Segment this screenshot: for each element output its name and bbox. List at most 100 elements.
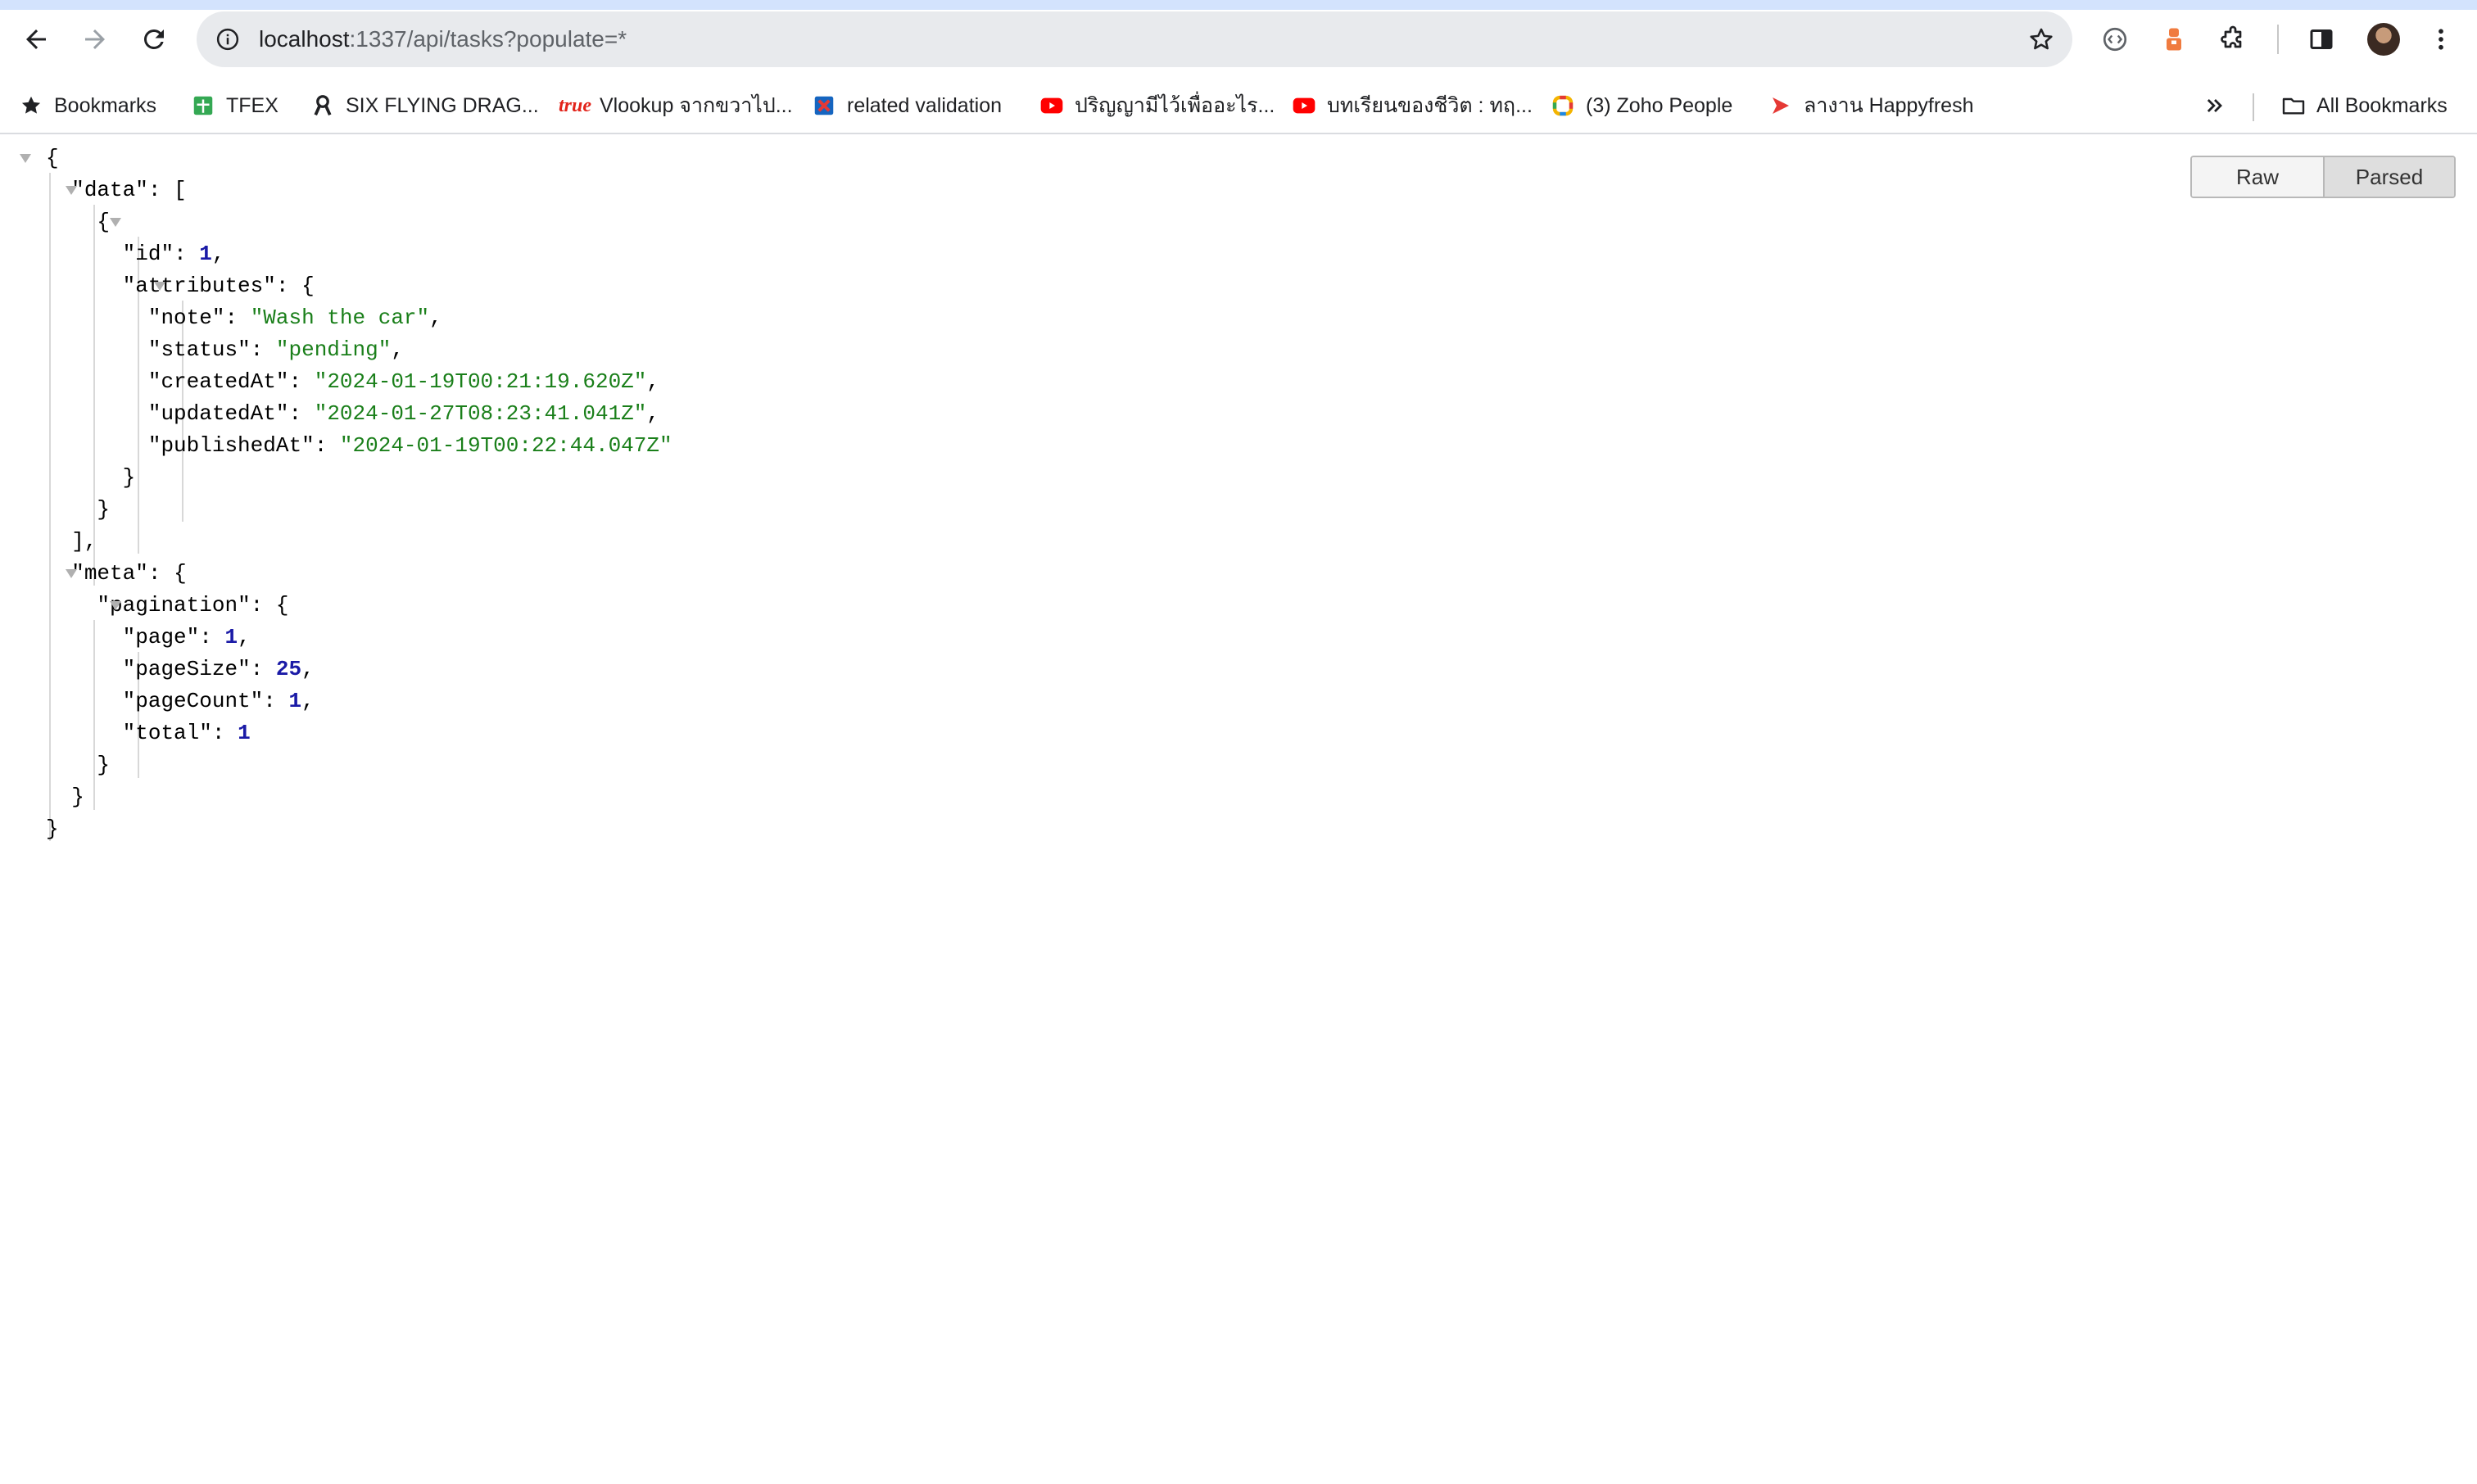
bookmark-item[interactable]: true Vlookup จากขวาไป... [559, 85, 793, 126]
json-line: "page": 1, [122, 625, 251, 649]
json-key: pageSize [135, 657, 238, 681]
json-number: 1 [238, 721, 251, 745]
more-bookmarks-button[interactable] [2202, 85, 2228, 126]
json-key: id [135, 242, 161, 266]
collapse-toggle-icon[interactable] [66, 186, 77, 195]
json-key: data [84, 178, 136, 202]
puzzle-icon [2221, 25, 2242, 48]
json-line: { [20, 143, 672, 174]
folder-icon [2280, 93, 2307, 119]
sheets-icon [190, 93, 216, 119]
bookmark-label: Bookmarks [54, 93, 157, 117]
bookmark-item[interactable]: TFEX [190, 85, 278, 126]
json-string: 2024-01-19T00:22:44.047Z [352, 433, 659, 458]
address-bar[interactable]: localhost:1337/api/tasks?populate=* [197, 11, 2072, 67]
collapse-toggle-icon[interactable] [110, 601, 121, 610]
bookmarks-divider [2253, 93, 2254, 121]
menu-icon [2439, 29, 2443, 50]
json-key: note [161, 305, 212, 330]
bookmark-label: ลางาน Happyfresh [1804, 94, 1974, 117]
collapse-toggle-icon[interactable] [154, 282, 165, 291]
menu-button[interactable] [2416, 15, 2466, 64]
reload-button[interactable] [129, 15, 179, 64]
json-line: "createdAt": "2024-01-19T00:21:19.620Z", [147, 369, 659, 394]
json-string: Wash the car [263, 305, 417, 330]
chevron-double-right-icon [2202, 93, 2228, 119]
json-line: "publishedAt": "2024-01-19T00:22:44.047Z… [147, 433, 672, 458]
json-line: } [46, 497, 111, 522]
url-host: localhost [259, 26, 350, 52]
forward-icon [85, 29, 105, 49]
json-number: 1 [199, 242, 212, 266]
json-line: "updatedAt": "2024-01-27T08:23:41.041Z", [147, 401, 659, 426]
json-string: 2024-01-27T08:23:41.041Z [327, 401, 634, 426]
bookmark-label: related validation [847, 93, 1003, 117]
bookmark-label: Vlookup จากขวาไป... [600, 94, 793, 117]
extension-button[interactable] [2090, 15, 2140, 64]
json-key: createdAt [161, 369, 276, 394]
json-key: publishedAt [161, 433, 302, 458]
json-line: ], [46, 529, 97, 554]
bookmark-item[interactable]: Bookmarks [18, 85, 156, 126]
parsed-button[interactable]: Parsed [2323, 157, 2454, 197]
youtube-icon [1039, 93, 1065, 119]
bookmark-item[interactable]: (3) Zoho People [1550, 85, 1732, 126]
happyfresh-icon [1768, 93, 1794, 119]
json-key: pageCount [135, 689, 251, 713]
collapse-toggle-icon[interactable] [66, 569, 77, 578]
url-text[interactable]: localhost:1337/api/tasks?populate=* [259, 11, 627, 67]
json-viewer: Raw Parsed { "data": [ { "id": 1, "attri… [0, 134, 2477, 1484]
ribbon-icon [310, 93, 336, 119]
extensions-button[interactable] [2208, 15, 2257, 64]
bookmark-item[interactable]: ลางาน Happyfresh [1768, 85, 1973, 126]
browser-toolbar: localhost:1337/api/tasks?populate=* [0, 0, 2477, 79]
orange-extension-icon [2167, 28, 2181, 51]
bookmarks-bar: Bookmarks TFEX SIX FLYING DRAG... true V… [0, 79, 2477, 134]
json-line: "attributes": { [122, 274, 315, 298]
all-bookmarks-button[interactable]: All Bookmarks [2280, 85, 2448, 126]
json-line: "id": 1, [122, 242, 225, 266]
collapse-toggle-icon[interactable] [110, 218, 121, 227]
json-string: pending [288, 337, 378, 362]
view-toggle: Raw Parsed [2190, 156, 2456, 198]
youtube-icon [1291, 93, 1317, 119]
json-key: meta [84, 561, 136, 586]
json-line: "pageSize": 25, [122, 657, 315, 681]
zoho-icon [1550, 93, 1576, 119]
extension-button[interactable] [2149, 15, 2199, 64]
true-logo-icon: true [559, 94, 592, 116]
raw-button[interactable]: Raw [2192, 157, 2323, 197]
star-icon [18, 93, 44, 119]
bookmark-label: บทเรียนของชีวิต : ทฤ... [1327, 94, 1533, 117]
bookmark-item[interactable]: ปริญญามีไว้เพื่ออะไร... [1039, 85, 1275, 126]
json-line: } [46, 465, 136, 490]
bookmark-label: (3) Zoho People [1586, 93, 1733, 117]
json-key: page [135, 625, 187, 649]
toolbar-divider [2277, 25, 2279, 54]
json-line: "status": "pending", [147, 337, 404, 362]
bookmark-item[interactable]: related validation [811, 85, 1002, 126]
profile-avatar[interactable] [2367, 23, 2400, 56]
forward-button[interactable] [70, 15, 120, 64]
side-panel-button[interactable] [2297, 15, 2346, 64]
json-key: status [161, 337, 238, 362]
json-number: 25 [275, 657, 302, 681]
json-key: total [135, 721, 200, 745]
bookmark-item[interactable]: บทเรียนของชีวิต : ทฤ... [1291, 85, 1533, 126]
json-line: "meta": { [46, 558, 672, 590]
side-panel-icon [2310, 29, 2333, 49]
bookmark-item[interactable]: SIX FLYING DRAG... [310, 85, 539, 126]
json-line: { [46, 206, 672, 238]
back-icon [26, 29, 46, 49]
json-number: 1 [224, 625, 238, 649]
url-path: :1337/api/tasks?populate=* [349, 26, 627, 52]
json-key: updatedAt [161, 401, 276, 426]
json-line: } [46, 817, 59, 841]
json-line: "note": "Wash the car", [147, 305, 442, 330]
collapse-toggle-icon[interactable] [20, 154, 31, 163]
json-line: "data": [ [46, 174, 672, 206]
json-line: } [46, 753, 111, 777]
site-info-icon[interactable] [211, 23, 244, 56]
back-button[interactable] [11, 15, 61, 64]
bookmark-star-icon[interactable] [2025, 23, 2058, 56]
